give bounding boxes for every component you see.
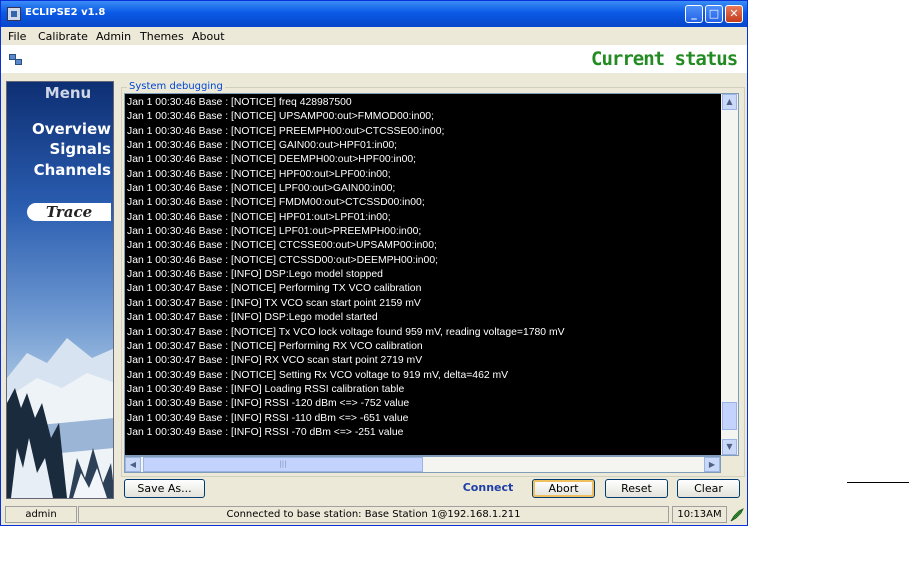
log-line: Jan 1 00:30:46 Base : [NOTICE] HPF00:out… [127,168,391,180]
debug-console[interactable]: Jan 1 00:30:46 Base : [NOTICE] freq 4289… [124,93,739,456]
sidebar-item-overview[interactable]: Overview [32,120,111,138]
log-line: Jan 1 00:30:47 Base : [NOTICE] Tx VCO lo… [127,326,565,338]
network-status-icon [730,508,744,522]
debug-group-label: System debugging [127,81,225,92]
clear-button[interactable]: Clear [677,479,740,498]
sidebar: Menu Overview Signals Channels Trace [6,81,114,499]
scroll-down-icon[interactable]: ▼ [722,439,737,455]
scroll-left-icon[interactable]: ◀ [125,457,141,472]
log-line: Jan 1 00:30:46 Base : [NOTICE] CTCSSE00:… [127,240,437,252]
log-line: Jan 1 00:30:46 Base : [NOTICE] LPF01:out… [127,226,422,238]
status-bar: admin Connected to base station: Base St… [1,504,747,525]
menu-admin[interactable]: Admin [96,30,131,43]
sidebar-item-channels[interactable]: Channels [34,161,111,179]
log-line: Jan 1 00:30:47 Base : [INFO] RX VCO scan… [127,355,423,367]
main-window: ECLIPSE2 v1.8 _ □ ✕ File Calibrate Admin… [0,0,748,526]
log-line: Jan 1 00:30:46 Base : [NOTICE] PREEMPH00… [127,125,445,137]
toolbar-icon[interactable] [9,54,23,66]
log-line: Jan 1 00:30:47 Base : [INFO] TX VCO scan… [127,297,421,309]
stray-line [847,482,909,483]
log-line: Jan 1 00:30:49 Base : [NOTICE] Setting R… [127,369,509,381]
vertical-scroll-thumb[interactable] [722,402,737,430]
sidebar-item-trace[interactable]: Trace [27,203,111,221]
log-line: Jan 1 00:30:46 Base : [NOTICE] freq 4289… [127,97,352,108]
log-line: Jan 1 00:30:49 Base : [INFO] RSSI -110 d… [127,412,409,424]
status-user: admin [5,506,77,523]
mountain-landscape-image [7,338,113,498]
sidebar-item-signals[interactable]: Signals [49,140,111,158]
status-connection: Connected to base station: Base Station … [78,506,669,523]
log-line: Jan 1 00:30:49 Base : [INFO] RSSI -120 d… [127,398,410,410]
minimize-icon[interactable]: _ [685,5,703,23]
menu-themes[interactable]: Themes [140,30,184,43]
close-icon[interactable]: ✕ [725,5,743,23]
log-line: Jan 1 00:30:46 Base : [NOTICE] LPF00:out… [127,183,396,195]
log-line: Jan 1 00:30:49 Base : [INFO] RSSI -70 dB… [127,426,404,438]
connect-button[interactable]: Connect [456,479,520,498]
log-line: Jan 1 00:30:49 Base : [INFO] Loading RSS… [127,383,405,395]
log-line: Jan 1 00:30:46 Base : [NOTICE] CTCSSD00:… [127,254,439,266]
log-line: Jan 1 00:30:47 Base : [NOTICE] Performin… [127,283,422,295]
log-lines: Jan 1 00:30:46 Base : [NOTICE] freq 4289… [127,96,720,440]
log-line: Jan 1 00:30:46 Base : [NOTICE] FMDM00:ou… [127,197,425,209]
page-title: Current status [591,48,738,70]
toolbar: Current status [1,45,747,73]
vertical-scrollbar[interactable]: ▲ ▼ [721,94,738,455]
horizontal-scroll-thumb[interactable]: ||| [143,457,423,472]
log-line: Jan 1 00:30:46 Base : [INFO] DSP:Lego mo… [127,269,383,281]
window-title: ECLIPSE2 v1.8 [25,7,106,18]
app-icon[interactable] [7,7,21,21]
reset-button[interactable]: Reset [605,479,668,498]
scroll-right-icon[interactable]: ▶ [704,457,720,472]
sidebar-menu-title: Menu [44,84,92,102]
log-line: Jan 1 00:30:46 Base : [NOTICE] GAIN00:ou… [127,140,398,152]
log-line: Jan 1 00:30:46 Base : [NOTICE] HPF01:out… [127,211,391,223]
menu-about[interactable]: About [192,30,225,43]
horizontal-scrollbar[interactable]: ◀ ||| ▶ [124,456,721,473]
log-line: Jan 1 00:30:46 Base : [NOTICE] UPSAMP00:… [127,111,434,123]
log-line: Jan 1 00:30:47 Base : [NOTICE] Performin… [127,340,423,352]
log-line: Jan 1 00:30:46 Base : [NOTICE] DEEMPH00:… [127,154,417,166]
save-as-button[interactable]: Save As... [124,479,205,498]
menu-calibrate[interactable]: Calibrate [38,30,88,43]
status-time: 10:13AM [672,506,727,523]
maximize-icon[interactable]: □ [705,5,723,23]
title-bar[interactable]: ECLIPSE2 v1.8 _ □ ✕ [1,1,747,27]
scroll-corner [721,456,739,473]
abort-button[interactable]: Abort [532,479,595,498]
menu-bar: File Calibrate Admin Themes About [1,27,747,45]
log-line: Jan 1 00:30:47 Base : [INFO] DSP:Lego mo… [127,312,378,324]
menu-file[interactable]: File [8,30,26,43]
scroll-up-icon[interactable]: ▲ [722,94,737,110]
